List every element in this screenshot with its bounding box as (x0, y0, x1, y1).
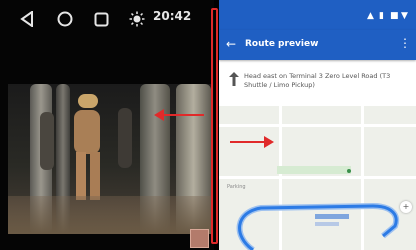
status-bar: 20:42 (0, 0, 214, 36)
annotation-arrowhead (264, 136, 274, 148)
thumbnail-image[interactable] (190, 229, 209, 248)
left-pane: 20:42 (0, 0, 214, 250)
annotation-arrow (160, 114, 204, 116)
route-step[interactable]: Head east on Terminal 3 Zero Level Road … (219, 64, 416, 104)
map-road (219, 176, 416, 179)
more-icon[interactable]: ⋮ (399, 36, 411, 50)
location-icon: ▲ (367, 11, 374, 21)
route-line (236, 202, 400, 250)
map[interactable]: Parking + (219, 106, 416, 250)
map-road (219, 124, 416, 127)
annotation-arrowhead (154, 109, 164, 121)
route-title: Route preview (245, 39, 319, 49)
battery-icon: ▮ (379, 11, 384, 21)
right-pane: ▲ ▮ ■ ▼ ← Route preview ⋮ Head east on T… (219, 0, 416, 250)
video-figure-dancer (40, 112, 54, 170)
back-arrow-icon[interactable]: ← (226, 37, 236, 51)
route-step-text: Head east on Terminal 3 Zero Level Road … (244, 72, 391, 89)
location-dot-icon (347, 169, 351, 173)
video-figure-dancer (118, 108, 132, 168)
turn-arrow-icon (229, 72, 239, 86)
brightness-icon[interactable] (126, 8, 148, 30)
recents-icon[interactable] (90, 8, 112, 30)
annotation-arrow (230, 141, 266, 143)
clock: 20:42 (153, 9, 192, 23)
video-figure-leg (90, 152, 100, 200)
annotation-frame (211, 8, 218, 244)
home-icon[interactable] (54, 8, 76, 30)
video-figure-body (74, 110, 100, 154)
video-floor (8, 196, 211, 234)
right-status-bar: ▲ ▮ ■ ▼ (219, 0, 416, 30)
app-bar: ← Route preview ⋮ (219, 30, 416, 60)
signal-icon: ■ (390, 11, 399, 21)
back-icon[interactable] (16, 8, 38, 30)
video-figure-head (78, 94, 98, 108)
wifi-icon: ▼ (401, 11, 408, 21)
video-player[interactable] (8, 84, 211, 234)
video-figure-leg (76, 152, 86, 200)
map-control-button[interactable]: + (400, 201, 412, 213)
map-green-area (277, 166, 351, 174)
